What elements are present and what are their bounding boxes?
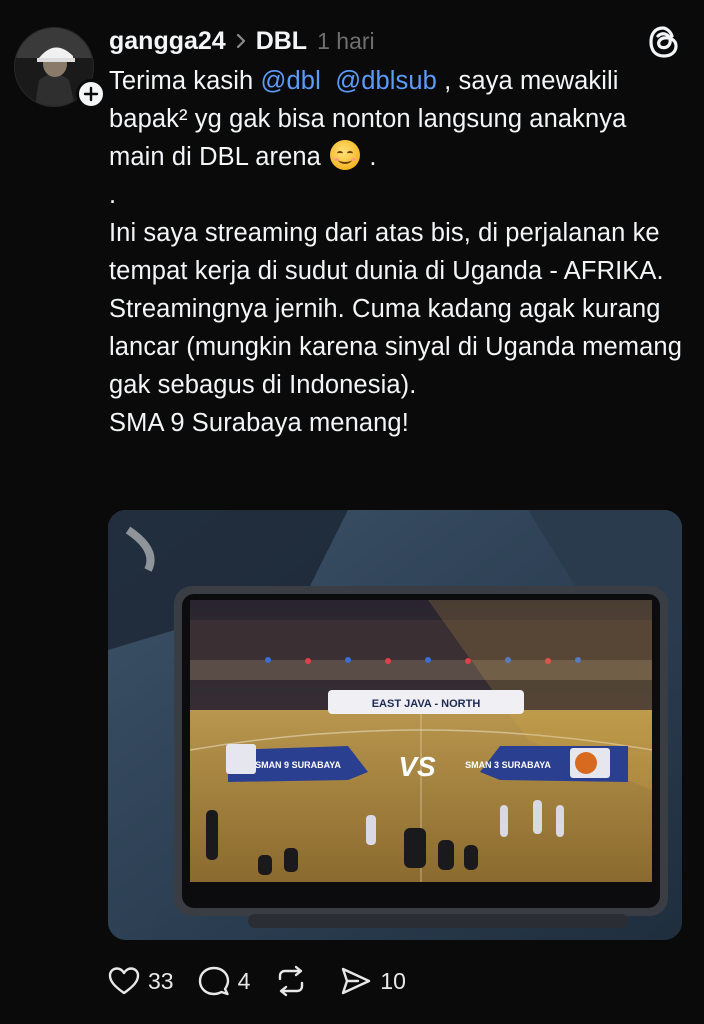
- follow-button[interactable]: [76, 79, 106, 109]
- plus-icon: [83, 86, 99, 102]
- share-button[interactable]: 10: [340, 966, 406, 996]
- post-paragraph-1: Terima kasih @dbl @dblsub , saya mewakil…: [109, 62, 689, 176]
- post-paragraph-2: Ini saya streaming dari atas bis, di per…: [109, 219, 664, 285]
- team-left-label: SMAN 9 SURABAYA: [255, 760, 341, 770]
- repost-icon: [279, 965, 304, 997]
- post-paragraph-3: Streamingnya jernih. Cuma kadang agak ku…: [109, 295, 682, 399]
- like-button[interactable]: 33: [108, 966, 174, 996]
- heart-icon: [108, 967, 140, 995]
- scoreboard-title: EAST JAVA - NORTH: [372, 698, 481, 710]
- team-right-label: SMAN 3 SURABAYA: [465, 760, 551, 770]
- post-time: 1 hari: [317, 27, 375, 54]
- repost-button[interactable]: [274, 965, 308, 997]
- send-icon: [342, 967, 371, 995]
- comment-icon: [198, 966, 229, 996]
- chevron-right-icon: [234, 32, 248, 50]
- share-count: 10: [380, 968, 406, 994]
- mention-link[interactable]: @dblsub: [335, 67, 437, 95]
- smiling-emoji-icon: [330, 140, 361, 170]
- post-paragraph-4: SMA 9 Surabaya menang!: [109, 409, 409, 437]
- versus-label: VS: [398, 751, 436, 782]
- post-image[interactable]: EAST JAVA - NORTH SMAN 9 SURABAYA VS SMA…: [108, 510, 682, 940]
- post-dot-line: .: [109, 181, 117, 209]
- mention-link[interactable]: @dbl: [261, 67, 321, 95]
- action-bar: 33 4 10: [108, 960, 430, 1002]
- username[interactable]: gangga24: [109, 27, 226, 56]
- like-count: 33: [148, 968, 174, 994]
- avatar-wrapper[interactable]: [14, 27, 106, 109]
- text-segment: .: [369, 143, 377, 171]
- community-name[interactable]: DBL: [256, 27, 307, 56]
- text-segment: Terima kasih: [109, 67, 254, 95]
- post-header: gangga24 DBL 1 hari: [109, 24, 375, 58]
- post-body: Terima kasih @dbl @dblsub , saya mewakil…: [109, 62, 689, 442]
- comment-count: 4: [237, 968, 251, 994]
- threads-logo-icon[interactable]: [646, 24, 682, 60]
- stream-video: EAST JAVA - NORTH SMAN 9 SURABAYA VS SMA…: [189, 600, 653, 882]
- comment-button[interactable]: 4: [198, 965, 251, 997]
